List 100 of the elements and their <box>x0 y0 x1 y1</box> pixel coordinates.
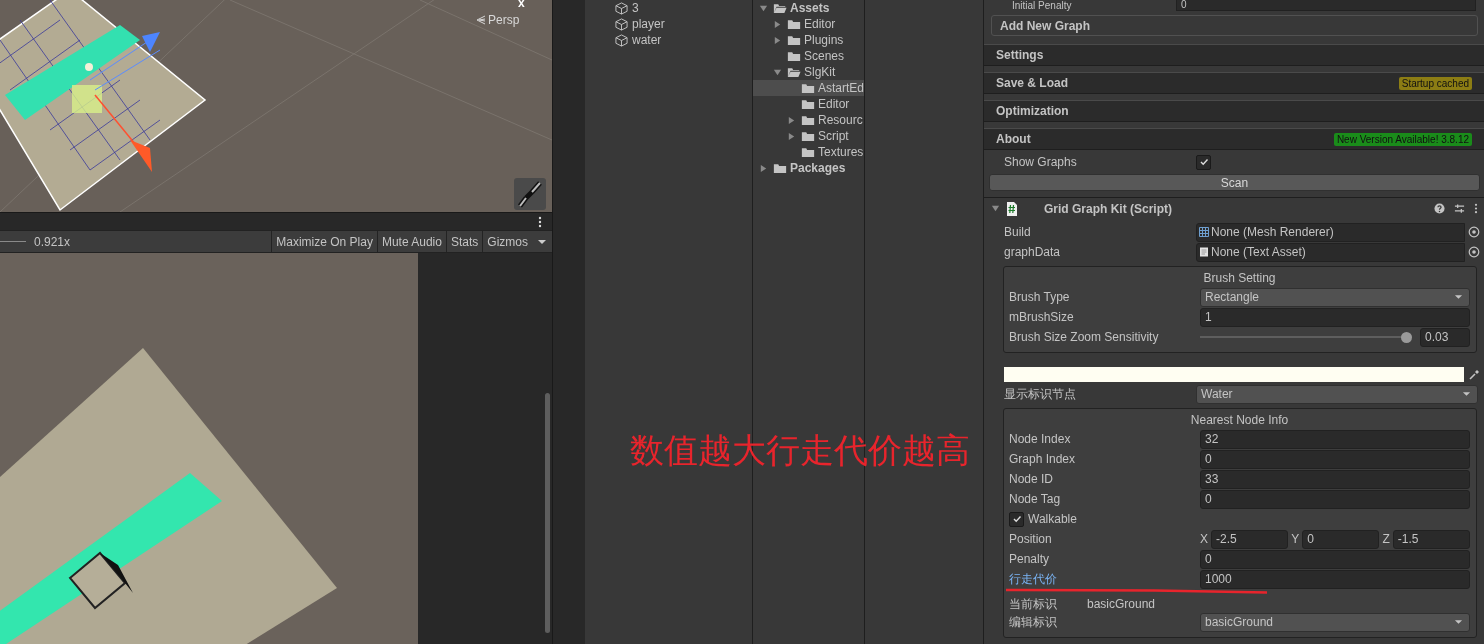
folder-item[interactable]: Scenes <box>753 48 864 64</box>
input-field[interactable]: 0 <box>1200 489 1470 509</box>
group-title: Brush Setting <box>1202 270 1277 287</box>
folder-icon <box>787 18 801 30</box>
expand-arrow-icon[interactable] <box>773 19 782 29</box>
folder-icon <box>773 2 787 14</box>
grid-icon <box>1199 227 1209 237</box>
folder-item[interactable]: SlgKit <box>753 64 864 80</box>
axis-label: X <box>1200 532 1208 546</box>
status-tag: New Version Available! 3.8.12 <box>1333 132 1472 146</box>
field-label: Brush Size Zoom Sensitivity <box>1009 330 1160 344</box>
help-icon[interactable] <box>1434 203 1445 214</box>
folder-icon <box>787 34 801 46</box>
annotation-text: 数值越大行走代价越高 <box>630 430 970 471</box>
field-value: basicGround <box>1087 597 1156 611</box>
field-label: 显示标识节点 <box>1004 385 1077 403</box>
color-field[interactable] <box>1004 367 1464 382</box>
input-field[interactable]: 32 <box>1200 429 1470 449</box>
object-field[interactable]: None (Text Asset) <box>1196 242 1465 262</box>
penalty-field[interactable]: 0 <box>1176 0 1476 11</box>
folder-icon <box>787 50 801 62</box>
folder-item[interactable]: Packages <box>753 160 864 176</box>
presets-icon[interactable] <box>1454 203 1465 214</box>
expand-arrow-icon[interactable] <box>773 35 782 45</box>
checkbox-label: Walkable <box>1028 512 1077 526</box>
scale-value: 0.921x <box>34 234 71 249</box>
input-field[interactable]: -1.5 <box>1392 529 1470 549</box>
field-label: mBrushSize <box>1009 310 1075 324</box>
object-picker-icon[interactable] <box>1468 226 1480 238</box>
checkbox[interactable] <box>1196 154 1211 170</box>
input-field[interactable]: 1000 <box>1200 569 1470 589</box>
caret-icon <box>1454 294 1463 300</box>
field-label: Node Index <box>1009 432 1072 446</box>
field-label: 当前标识 <box>1009 595 1058 613</box>
object-field[interactable]: None (Mesh Renderer) <box>1196 222 1465 242</box>
object-picker-icon[interactable] <box>1468 246 1480 258</box>
perspective-icon[interactable] <box>476 15 486 25</box>
expand-arrow-icon[interactable] <box>773 67 782 77</box>
input-field[interactable]: 0 <box>1200 449 1470 469</box>
folder-icon <box>801 146 815 158</box>
section-header[interactable]: About <box>996 132 1334 146</box>
hierarchy-item[interactable]: water <box>632 33 662 47</box>
group-title: Nearest Node Info <box>1189 412 1290 429</box>
eyedropper-icon[interactable] <box>1468 368 1480 381</box>
axis-label: Y <box>1291 532 1300 546</box>
section-header[interactable]: Save & Load <box>996 76 1399 90</box>
expand-arrow-icon[interactable] <box>787 131 796 141</box>
more-icon[interactable] <box>1474 203 1478 214</box>
folder-item[interactable]: AstartEd <box>753 80 864 96</box>
field-label: Build <box>1004 225 1032 239</box>
input-field[interactable]: 0.03 <box>1420 327 1470 347</box>
cube-icon <box>615 33 628 47</box>
checkbox[interactable] <box>1009 511 1024 527</box>
folder-icon <box>801 114 815 126</box>
component-title: Grid Graph Kit (Script) <box>1044 201 1172 216</box>
hierarchy-item[interactable]: 3 <box>632 1 639 15</box>
add-graph-button[interactable]: Add New Graph <box>991 15 1478 36</box>
folder-item[interactable]: Editor <box>753 96 864 112</box>
caret-icon[interactable] <box>537 238 547 245</box>
input-field[interactable]: 33 <box>1200 469 1470 489</box>
script-icon <box>1006 201 1018 216</box>
field-label: 编辑标识 <box>1009 613 1058 631</box>
field-label: Show Graphs <box>1004 155 1078 169</box>
cube-icon <box>615 1 628 15</box>
input-field[interactable]: 1 <box>1200 307 1470 327</box>
field-label: Penalty <box>1009 552 1051 566</box>
close-button[interactable]: x <box>518 0 525 10</box>
folder-item[interactable]: Assets <box>753 0 864 16</box>
folder-item[interactable]: Resourc <box>753 112 864 128</box>
scan-button[interactable]: Scan <box>989 174 1480 191</box>
collapse-arrow-icon[interactable] <box>991 204 1000 213</box>
input-field[interactable]: 0 <box>1200 549 1470 569</box>
folder-item[interactable]: Editor <box>753 16 864 32</box>
expand-arrow-icon[interactable] <box>787 115 796 125</box>
check-icon <box>1198 157 1209 167</box>
axis-label: Z <box>1382 532 1390 546</box>
hierarchy-item[interactable]: player <box>632 17 665 31</box>
check-icon <box>1011 514 1022 524</box>
camera-label[interactable]: Persp <box>488 13 520 27</box>
caret-icon <box>1454 619 1463 625</box>
more-icon[interactable] <box>538 215 542 228</box>
expand-arrow-icon[interactable] <box>759 3 768 13</box>
field-label: Initial Penalty <box>1012 0 1073 11</box>
folder-icon <box>801 98 815 110</box>
folder-icon <box>773 162 787 174</box>
field-label: Node ID <box>1009 472 1055 486</box>
dropdown[interactable]: basicGround <box>1200 612 1470 632</box>
expand-arrow-icon[interactable] <box>759 163 768 173</box>
scrollbar[interactable] <box>545 393 550 633</box>
input-field[interactable]: -2.5 <box>1211 529 1289 549</box>
folder-item[interactable]: Textures <box>753 144 864 160</box>
folder-item[interactable]: Plugins <box>753 32 864 48</box>
folder-item[interactable]: Script <box>753 128 864 144</box>
dropdown[interactable]: Water <box>1196 384 1478 404</box>
field-label: Graph Index <box>1009 452 1077 466</box>
folder-icon <box>801 82 815 94</box>
folder-icon <box>787 66 801 78</box>
document-icon <box>1199 247 1209 257</box>
dropdown[interactable]: Rectangle <box>1200 287 1470 307</box>
input-field[interactable]: 0 <box>1302 529 1380 549</box>
